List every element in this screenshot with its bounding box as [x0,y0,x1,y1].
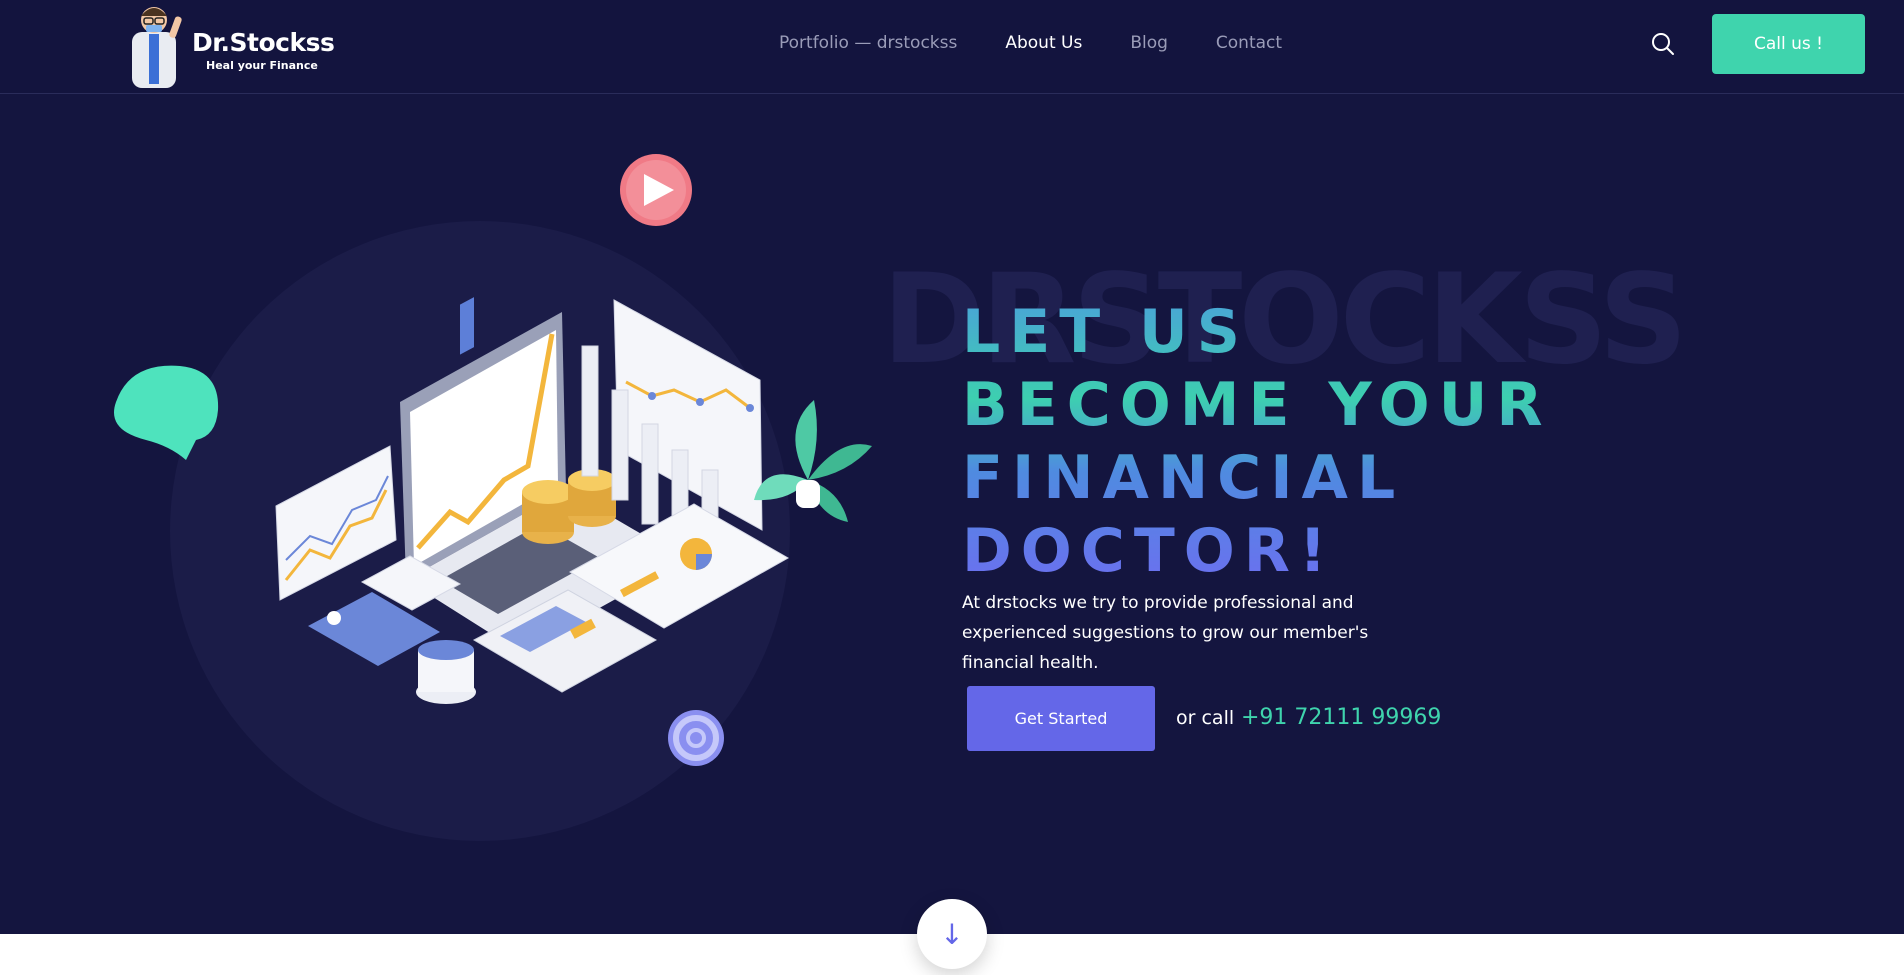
call-us-button[interactable]: Call us ! [1712,14,1865,74]
get-started-button[interactable]: Get Started [967,686,1155,751]
main-nav: Portfolio — drstockss About Us Blog Cont… [779,33,1330,53]
search-icon[interactable] [1650,31,1676,57]
site-header: Dr.Stockss Heal your Finance Portfolio —… [0,0,1904,94]
at-sign-icon [668,710,724,766]
play-icon [620,154,692,226]
finance-illustration [114,154,872,766]
cup-icon [416,640,476,704]
plant-icon [754,400,872,522]
hero-subtext: At drstocks we try to provide profession… [962,593,1369,673]
scroll-down-button[interactable]: ↓ [917,899,987,969]
nav-item-about-us[interactable]: About Us [1005,33,1082,53]
doctor-mascot-icon [132,7,182,88]
logo-title: Dr.Stockss [192,28,335,57]
nav-item-contact[interactable]: Contact [1216,33,1282,53]
headline-line-2: BECOME YOUR [962,370,1552,440]
arrow-down-icon: ↓ [940,917,964,951]
logo-tagline: Heal your Finance [206,59,318,72]
logo[interactable]: Dr.Stockss Heal your Finance [114,0,335,90]
nav-item-blog[interactable]: Blog [1130,33,1168,53]
headline-line-3: FINANCIAL [962,443,1405,513]
headline-line-4: DOCTOR! [962,516,1336,586]
or-call-label: or call [1176,707,1235,729]
headline-line-1: LET US [962,297,1249,367]
nav-item-portfolio[interactable]: Portfolio — drstockss [779,33,957,53]
phone-link[interactable]: +91 72111 99969 [1241,705,1441,730]
hero-headline: LET US BECOME YOUR FINANCIAL DOCTOR! [962,296,1552,588]
chat-bubble-icon [114,365,219,460]
